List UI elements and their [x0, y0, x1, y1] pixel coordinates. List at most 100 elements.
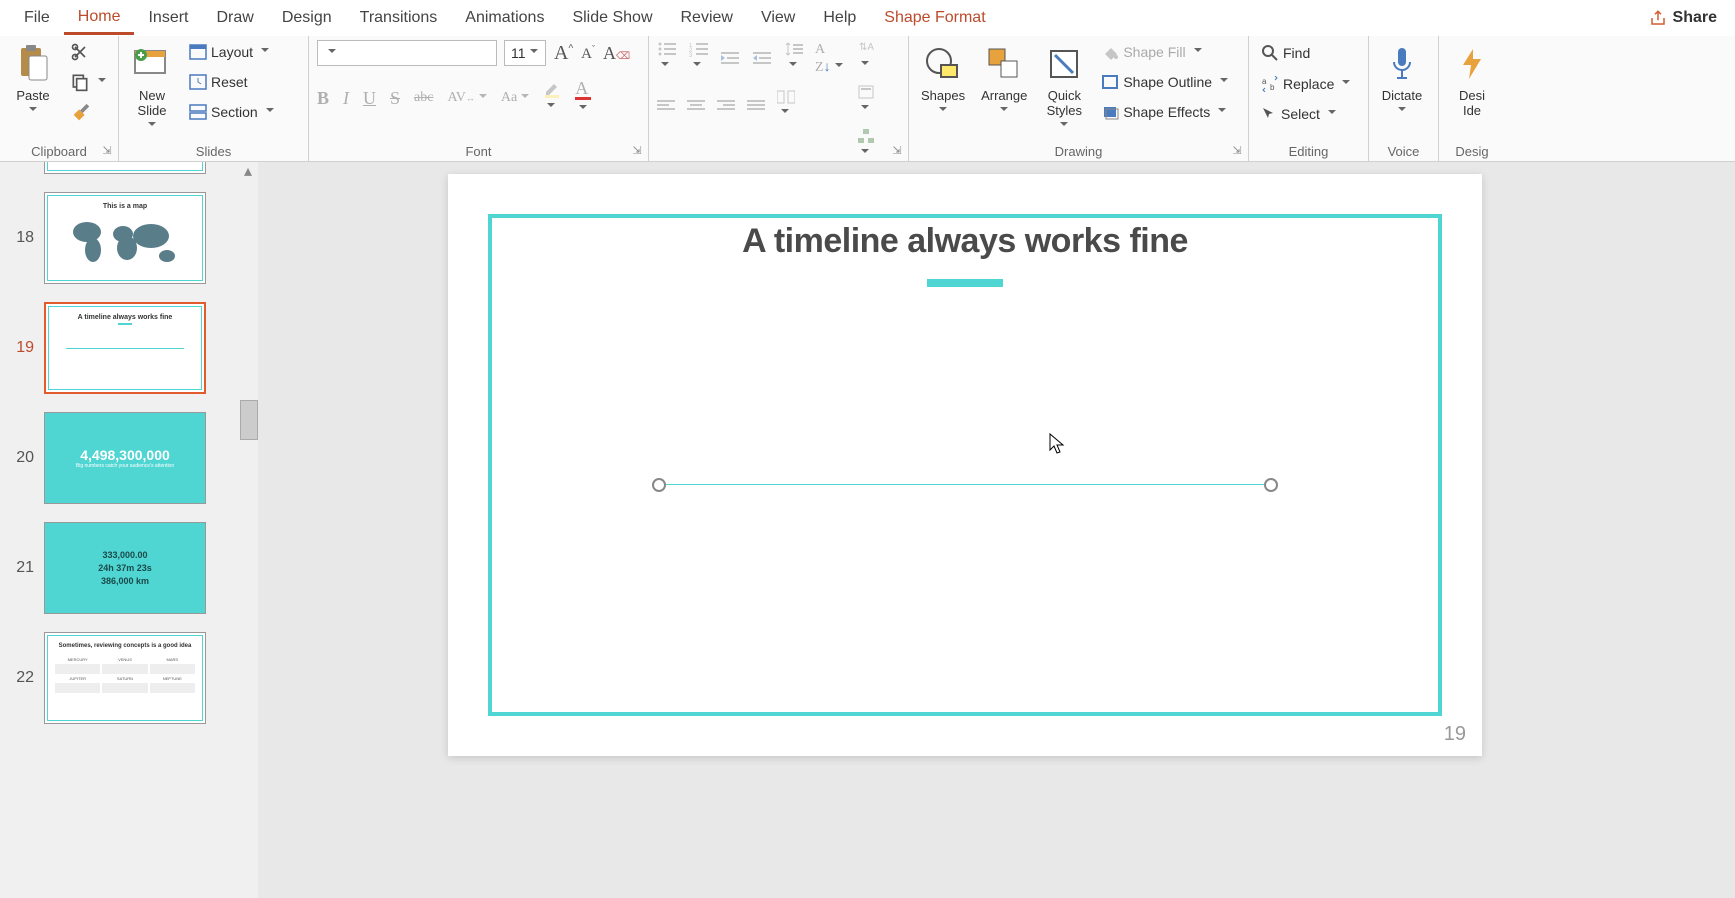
- shape-fill-button[interactable]: Shape Fill: [1097, 42, 1232, 62]
- timeline-endpoint-left[interactable]: [652, 478, 666, 492]
- layout-button[interactable]: Layout: [185, 42, 278, 62]
- align-right-button[interactable]: [717, 99, 735, 113]
- thumb-17-partial[interactable]: [8, 162, 258, 174]
- timeline-endpoint-right[interactable]: [1264, 478, 1278, 492]
- indent-icon: [753, 50, 773, 66]
- copy-button[interactable]: [66, 70, 110, 94]
- cut-button[interactable]: [66, 40, 110, 64]
- shape-effects-button[interactable]: Shape Effects: [1097, 102, 1232, 122]
- tab-home[interactable]: Home: [64, 2, 135, 35]
- svg-text:a: a: [1262, 77, 1267, 86]
- thumbnail-pane[interactable]: 18 This is a map 19 A timeline always wo…: [0, 162, 258, 898]
- search-icon: [1261, 44, 1279, 62]
- thumb-22[interactable]: 22 Sometimes, reviewing concepts is a go…: [8, 632, 258, 724]
- design-ideas-label: Desi Ide: [1459, 88, 1485, 118]
- align-left-button[interactable]: [657, 99, 675, 113]
- line-spacing-button[interactable]: [785, 41, 803, 75]
- arrange-button[interactable]: Arrange: [977, 40, 1031, 117]
- bold-button[interactable]: B: [317, 88, 329, 109]
- quick-styles-button[interactable]: Quick Styles: [1039, 40, 1089, 132]
- spacing-icon: [785, 41, 803, 57]
- fill-icon: [1101, 44, 1119, 60]
- work-area: 18 This is a map 19 A timeline always wo…: [0, 162, 1735, 898]
- char-spacing-button[interactable]: AV↔: [447, 90, 486, 106]
- decrease-indent-button[interactable]: [721, 50, 741, 66]
- slide-canvas[interactable]: A timeline always works fine 19: [258, 162, 1735, 898]
- text-dir-icon: ⇅A: [857, 40, 875, 56]
- thumb-19[interactable]: 19 A timeline always works fine: [8, 302, 258, 394]
- quick-styles-label: Quick Styles: [1047, 88, 1082, 118]
- tab-file[interactable]: File: [10, 3, 64, 33]
- numbering-button[interactable]: 123: [689, 41, 709, 75]
- world-map-icon: [65, 214, 185, 268]
- decrease-font-button[interactable]: Aˇ: [581, 44, 595, 63]
- tab-review[interactable]: Review: [667, 3, 747, 33]
- dictate-button[interactable]: Dictate: [1377, 40, 1427, 117]
- scroll-up-button[interactable]: ▴: [240, 164, 256, 178]
- scroll-handle[interactable]: [240, 400, 258, 440]
- align-center-button[interactable]: [687, 99, 705, 113]
- shapes-button[interactable]: Shapes: [917, 40, 969, 117]
- ribbon: Paste Clipboard ⇲ New Slide Layout Reset…: [0, 36, 1735, 162]
- thumb-18[interactable]: 18 This is a map: [8, 192, 258, 284]
- group-drawing: Shapes Arrange Quick Styles Shape Fill S…: [909, 36, 1249, 161]
- thumb-20[interactable]: 20 4,498,300,000 Big numbers catch your …: [8, 412, 258, 504]
- paste-button[interactable]: Paste: [8, 40, 58, 117]
- increase-indent-button[interactable]: [753, 50, 773, 66]
- smartart-button[interactable]: [857, 128, 875, 162]
- increase-font-button[interactable]: A^: [554, 42, 573, 65]
- design-ideas-button[interactable]: Desi Ide: [1447, 40, 1497, 120]
- font-size-input[interactable]: 11: [504, 40, 546, 66]
- tab-insert[interactable]: Insert: [134, 3, 202, 33]
- font-launcher[interactable]: ⇲: [630, 143, 644, 157]
- tab-help[interactable]: Help: [809, 3, 870, 33]
- format-painter-button[interactable]: [66, 100, 110, 126]
- select-button[interactable]: Select: [1257, 104, 1354, 124]
- replace-button[interactable]: abReplace: [1257, 74, 1354, 94]
- columns-button[interactable]: [777, 90, 795, 122]
- reset-button[interactable]: Reset: [185, 72, 278, 92]
- change-case-button[interactable]: Aa: [501, 90, 529, 106]
- thumb-21[interactable]: 21 333,000.00 24h 37m 23s 386,000 km: [8, 522, 258, 614]
- tab-transitions[interactable]: Transitions: [346, 3, 452, 33]
- strike-button[interactable]: S: [390, 88, 400, 109]
- tab-slideshow[interactable]: Slide Show: [558, 3, 666, 33]
- find-button[interactable]: Find: [1257, 42, 1354, 64]
- new-slide-button[interactable]: New Slide: [127, 40, 177, 132]
- tab-animations[interactable]: Animations: [451, 3, 558, 33]
- highlight-button[interactable]: [543, 80, 561, 116]
- drawing-launcher[interactable]: ⇲: [1230, 143, 1244, 157]
- strikethrough-button[interactable]: abc: [414, 90, 433, 106]
- layout-icon: [189, 44, 207, 60]
- bullets-button[interactable]: [657, 41, 677, 75]
- underline-button[interactable]: U: [363, 88, 376, 109]
- highlight-icon: [543, 80, 561, 98]
- justify-button[interactable]: [747, 99, 765, 113]
- arrange-icon: [987, 47, 1021, 81]
- share-label: Share: [1673, 9, 1717, 27]
- font-name-input[interactable]: [317, 40, 497, 66]
- align-text-button[interactable]: [857, 84, 875, 118]
- paste-icon: [15, 44, 51, 84]
- slide-19[interactable]: A timeline always works fine 19: [448, 174, 1482, 756]
- bolt-icon: [1459, 47, 1485, 81]
- text-direction-button[interactable]: ⇅A: [857, 40, 875, 74]
- group-clipboard: Paste Clipboard ⇲: [0, 36, 119, 161]
- clipboard-launcher[interactable]: ⇲: [100, 143, 114, 157]
- share-button[interactable]: Share: [1641, 5, 1725, 31]
- timeline-line[interactable]: [658, 484, 1272, 485]
- clear-formatting-button[interactable]: A⌫: [603, 43, 630, 64]
- font-color-button[interactable]: A: [575, 78, 591, 118]
- font-label: Font: [317, 140, 640, 161]
- shape-outline-button[interactable]: Shape Outline: [1097, 72, 1232, 92]
- tab-design[interactable]: Design: [268, 3, 346, 33]
- paragraph-launcher[interactable]: ⇲: [890, 143, 904, 157]
- menu-tabs: File Home Insert Draw Design Transitions…: [0, 0, 1735, 36]
- sort-az-button[interactable]: AZ↓: [815, 40, 843, 76]
- italic-button[interactable]: I: [343, 88, 349, 109]
- group-design-ideas: Desi Ide Desig: [1439, 36, 1505, 161]
- tab-shape-format[interactable]: Shape Format: [870, 3, 999, 33]
- tab-view[interactable]: View: [747, 3, 809, 33]
- section-button[interactable]: Section: [185, 102, 278, 122]
- tab-draw[interactable]: Draw: [202, 3, 267, 33]
